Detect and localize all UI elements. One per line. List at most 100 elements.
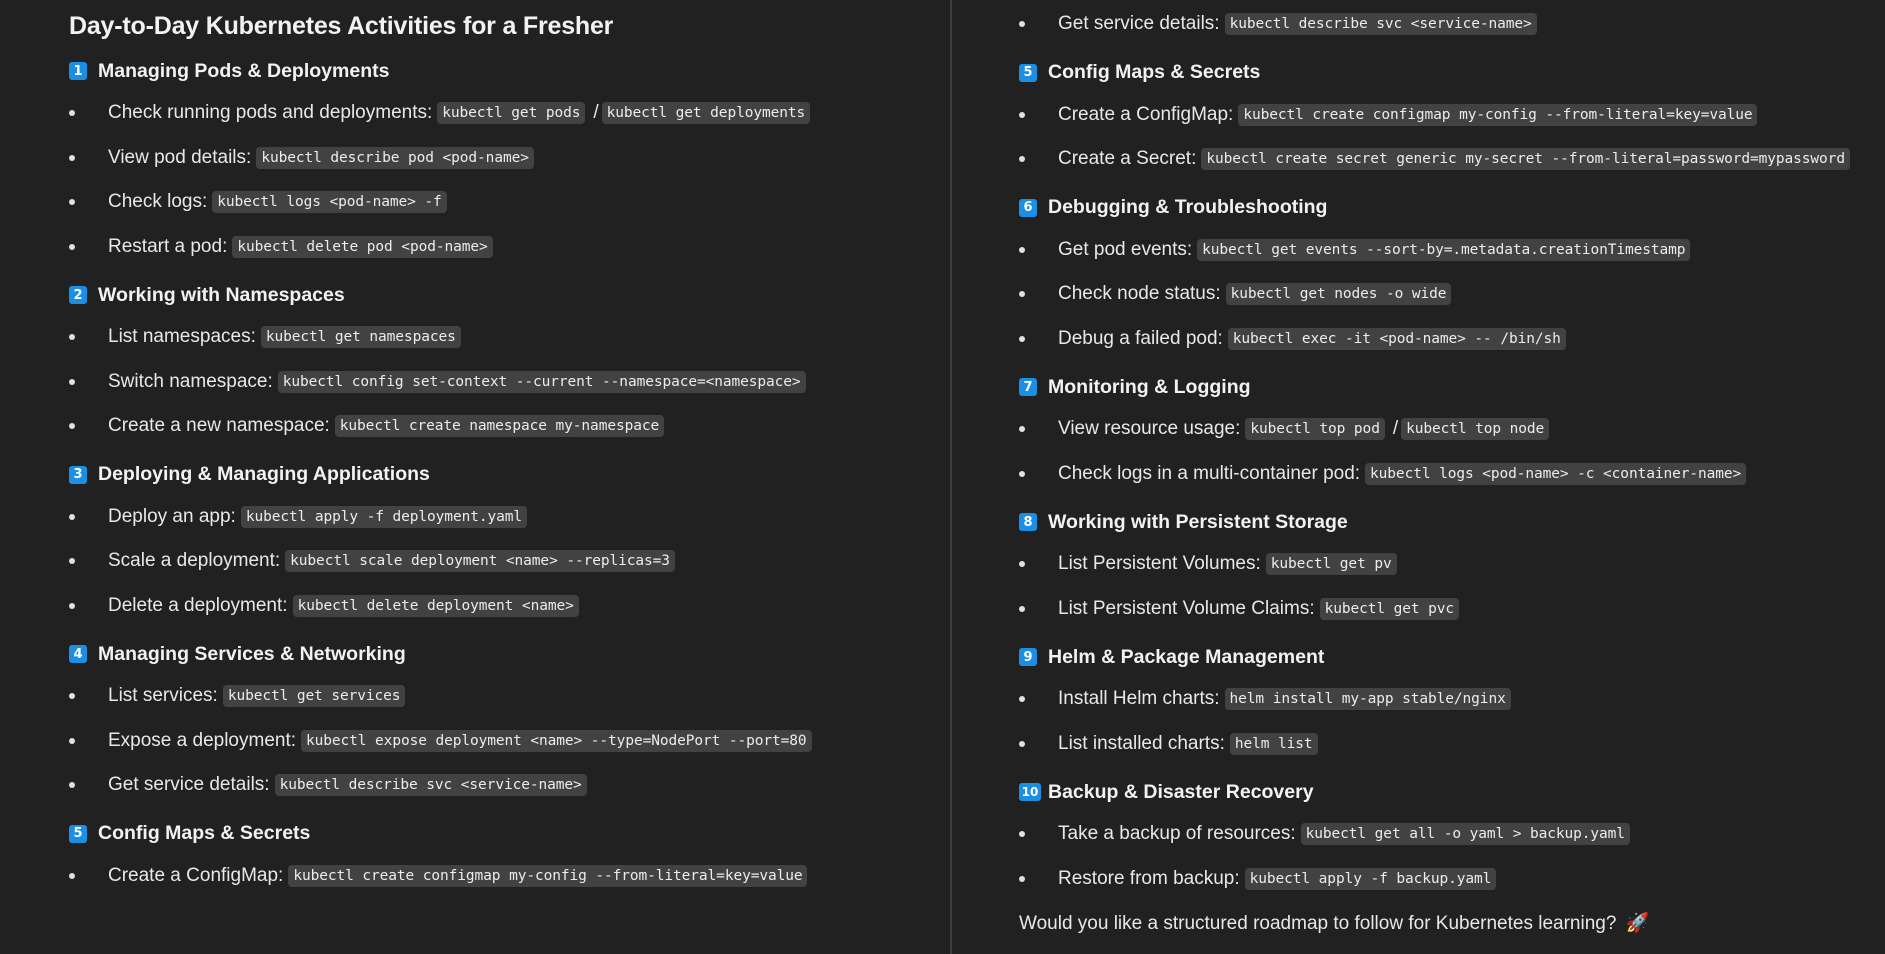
rocket-icon: 🚀 <box>1625 913 1650 934</box>
code-snippet: kubectl expose deployment <name> --type=… <box>301 729 812 752</box>
list-item: Check node status: kubectl get nodes -o w… <box>1019 272 1885 317</box>
code-snippet: kubectl describe pod <pod-name> <box>256 146 534 169</box>
list-item: Create a ConfigMap: kubectl create config… <box>69 854 950 899</box>
code-snippet: kubectl create namespace my-namespace <box>334 415 665 438</box>
section-heading: 10 Backup & Disaster Recovery <box>1019 772 1885 812</box>
section-heading: 5 Config Maps & Secrets <box>1019 53 1885 93</box>
code-snippet: kubectl get events --sort-by=.metadata.c… <box>1197 238 1691 261</box>
code-snippet: kubectl get pvc <box>1319 597 1460 620</box>
bullet-list: Check running pods and deployments: kubec… <box>69 91 950 269</box>
list-item: Get pod events: kubectl get events --sort… <box>1019 228 1885 273</box>
item-label: List services: <box>108 685 218 707</box>
item-label: Deploy an app: <box>108 505 236 527</box>
code-snippet: kubectl get nodes -o wide <box>1225 283 1452 306</box>
section-heading: 5 Config Maps & Secrets <box>69 814 950 854</box>
item-label: Switch namespace: <box>108 370 273 392</box>
section-heading: 8 Working with Persistent Storage <box>1019 502 1885 542</box>
item-label: List Persistent Volume Claims: <box>1058 597 1315 619</box>
item-label: Scale a deployment: <box>108 550 281 572</box>
list-item: List services: kubectl get services <box>69 674 950 719</box>
item-label: Check node status: <box>1058 283 1221 305</box>
bullet-list: Create a ConfigMap: kubectl create config… <box>69 854 950 899</box>
follow-up-text: Would you like a structured roadmap to f… <box>1019 913 1617 934</box>
list-item: View pod details: kubectl describe pod <p… <box>69 136 950 181</box>
number-badge-icon: 5 <box>1019 63 1037 82</box>
item-label: Create a Secret: <box>1058 148 1197 170</box>
section-heading: 4 Managing Services & Networking <box>69 634 950 674</box>
number-badge-icon: 7 <box>1019 378 1037 396</box>
right-sections: 5 Config Maps & Secrets Create a ConfigMap… <box>1019 53 1885 902</box>
bullet-list: List services: kubectl get services Expose… <box>69 674 950 808</box>
code-snippet: kubectl logs <pod-name> -f <box>212 191 447 214</box>
item-label: List Persistent Volumes: <box>1058 553 1261 575</box>
section-heading: 1 Managing Pods & Deployments <box>69 51 950 91</box>
code-snippet: helm install my-app stable/nginx <box>1224 688 1511 711</box>
code-snippet: kubectl scale deployment <name> --replic… <box>285 550 675 573</box>
follow-up-question: Would you like a structured roadmap to f… <box>1019 911 1885 935</box>
bullet-list: View resource usage: kubectl top pod / kube… <box>1019 407 1885 496</box>
section-heading: 6 Debugging & Troubleshooting <box>1019 188 1885 228</box>
code-snippet: kubectl top pod <box>1245 418 1385 441</box>
section-heading: 2 Working with Namespaces <box>69 275 950 315</box>
item-label: Expose a deployment: <box>108 729 297 751</box>
continued-list: Get service details: kubectl describe sv… <box>1019 2 1885 47</box>
number-badge-icon: 3 <box>69 465 87 484</box>
item-label: Delete a deployment: <box>108 594 288 616</box>
list-item: Restart a pod: kubectl delete pod <pod-na… <box>69 225 950 270</box>
list-item: List Persistent Volumes: kubectl get pv <box>1019 542 1885 587</box>
bullet-list: Install Helm charts: helm install my-app … <box>1019 677 1885 766</box>
list-item: Restore from backup: kubectl apply -f bac… <box>1019 857 1885 902</box>
code-snippet: kubectl logs <pod-name> -c <container-na… <box>1365 462 1747 485</box>
item-label: List namespaces: <box>108 326 256 348</box>
section-heading: 9 Helm & Package Management <box>1019 637 1885 677</box>
code-snippet: kubectl describe svc <service-name> <box>274 774 587 797</box>
item-label: List installed charts: <box>1058 732 1225 754</box>
code-snippet: helm list <box>1229 732 1318 755</box>
list-item: Check logs in a multi-container pod: kube… <box>1019 452 1885 497</box>
item-label: Get service details: <box>1058 13 1220 35</box>
list-item: Create a Secret: kubectl create secret ge… <box>1019 137 1885 182</box>
section-title: Debugging & Troubleshooting <box>1048 196 1328 218</box>
section-title: Config Maps & Secrets <box>98 822 311 844</box>
number-badge-icon: 4 <box>69 645 87 663</box>
item-label: Check logs in a multi-container pod: <box>1058 462 1361 484</box>
code-snippet: kubectl create configmap my-config --fro… <box>288 864 808 887</box>
list-item: List namespaces: kubectl get namespaces <box>69 315 950 360</box>
bullet-list: Get pod events: kubectl get events --sort… <box>1019 228 1885 362</box>
list-item: Check running pods and deployments: kubec… <box>69 91 950 136</box>
section-title: Monitoring & Logging <box>1048 375 1251 398</box>
code-snippet: kubectl top node <box>1401 418 1550 441</box>
section-heading: 3 Deploying & Managing Applications <box>69 455 950 495</box>
item-label: Debug a failed pod: <box>1058 327 1223 349</box>
code-snippet: kubectl delete deployment <name> <box>292 594 579 617</box>
code-snippet: kubectl describe svc <service-name> <box>1224 13 1537 36</box>
code-snippet: kubectl delete pod <pod-name> <box>232 235 493 258</box>
number-badge-icon: 10 <box>1019 783 1041 801</box>
code-snippet: kubectl get pods <box>437 102 586 125</box>
page-title: Day-to-Day Kubernetes Activities for a F… <box>69 12 614 40</box>
item-label: Check running pods and deployments: <box>108 102 433 124</box>
list-item: Scale a deployment: kubectl scale deploym… <box>69 539 950 584</box>
number-badge-icon: 8 <box>1019 513 1037 531</box>
list-item: View resource usage: kubectl top pod / kube… <box>1019 407 1885 452</box>
section-heading: 7 Monitoring & Logging <box>1019 367 1885 407</box>
code-snippet: kubectl config set-context --current --n… <box>277 370 806 393</box>
item-label: Restart a pod: <box>108 235 228 257</box>
bullet-list: Take a backup of resources: kubectl get a… <box>1019 812 1885 901</box>
bullet-list: List namespaces: kubectl get namespaces Sw… <box>69 315 950 449</box>
code-snippet: kubectl create configmap my-config --fro… <box>1238 103 1758 126</box>
code-snippet: kubectl get deployments <box>601 102 811 125</box>
number-badge-icon: 9 <box>1019 648 1037 666</box>
number-badge-icon: 6 <box>1019 198 1037 217</box>
bullet-list: Deploy an app: kubectl apply -f deploymen… <box>69 495 950 629</box>
left-sections: 1 Managing Pods & Deployments Check runnin… <box>69 51 950 898</box>
list-item: Get service details: kubectl describe sv… <box>1019 2 1885 47</box>
item-label: Create a ConfigMap: <box>1058 103 1234 125</box>
item-label: Check logs: <box>108 191 208 213</box>
left-document-pane: Day-to-Day Kubernetes Activities for a F… <box>0 0 950 954</box>
section-title: Helm & Package Management <box>1048 645 1325 668</box>
item-label: Get pod events: <box>1058 238 1193 260</box>
number-badge-icon: 5 <box>69 824 87 843</box>
list-item: List installed charts: helm list <box>1019 722 1885 767</box>
item-label: Create a new namespace: <box>108 415 330 437</box>
